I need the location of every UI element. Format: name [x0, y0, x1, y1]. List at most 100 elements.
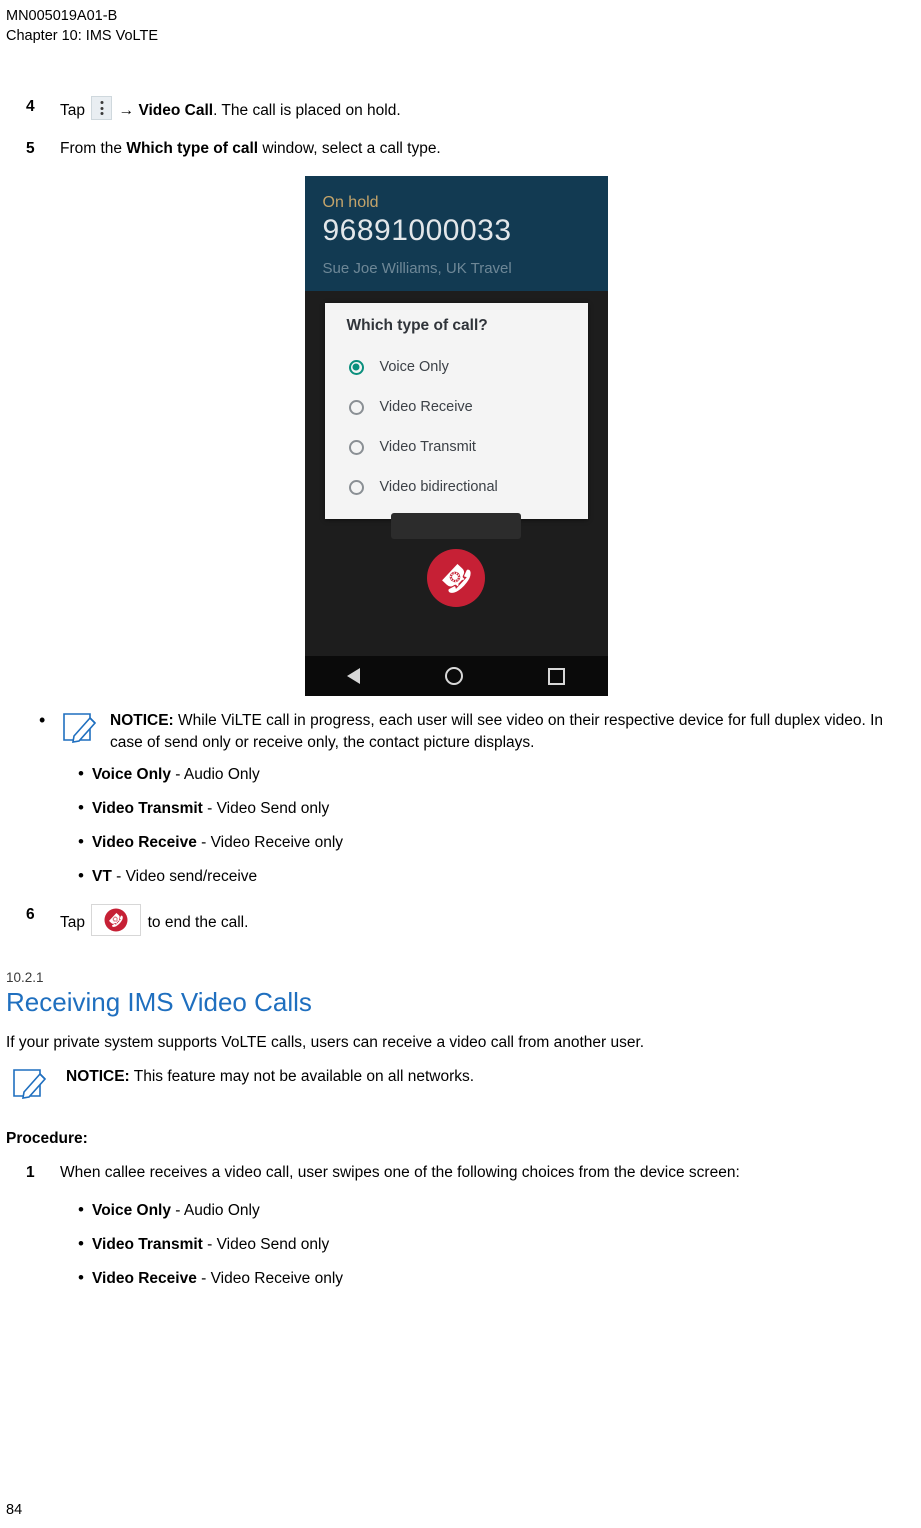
overflow-menu-icon	[91, 96, 113, 120]
call-type-3-bold: VT	[92, 868, 112, 885]
call-number: 96891000033	[322, 214, 512, 247]
call-header: On hold 96891000033 Sue Joe Williams, UK…	[304, 176, 608, 291]
step-5-post: window, select a call type.	[258, 140, 441, 157]
radio-video-transmit[interactable]	[348, 439, 364, 455]
procedure-label: Procedure:	[6, 1130, 88, 1147]
step-6-post: to end the call.	[143, 914, 249, 931]
notice-1-label: NOTICE:	[110, 712, 174, 729]
recents-icon[interactable]	[548, 667, 565, 685]
choice-0-rest: - Audio Only	[170, 1202, 260, 1219]
bullet: •	[78, 1234, 84, 1253]
list-item: • Video Transmit - Video Send only	[6, 1234, 906, 1256]
call-type-1-rest: - Video Send only	[202, 800, 330, 817]
step-4-arrow: →	[118, 102, 139, 119]
step-6-pre: Tap	[60, 914, 85, 931]
bullet: •	[78, 866, 84, 885]
phone-screenshot-figure: On hold 96891000033 Sue Joe Williams, UK…	[6, 176, 906, 696]
choice-2-bold: Video Receive	[92, 1270, 197, 1287]
bullet: •	[78, 1268, 84, 1287]
step-5-bold: Which type of call	[126, 140, 259, 157]
handset-icon: ☎	[433, 555, 479, 601]
call-type-2-rest: - Video Receive only	[196, 834, 344, 851]
procedure-step-1: 1 When callee receives a video call, use…	[6, 1162, 906, 1184]
notice-1-text: NOTICE: While ViLTE call in progress, ea…	[110, 710, 906, 754]
bullet: •	[78, 1200, 84, 1219]
android-navigation-bar	[304, 656, 608, 696]
notice-pencil-icon	[60, 710, 100, 744]
notice-1-body: While ViLTE call in progress, each user …	[110, 712, 884, 751]
notice-pencil-icon	[10, 1066, 50, 1100]
page-content: 4 Tap → Video Call. The call is placed o…	[6, 96, 906, 1302]
step-4-pre: Tap	[60, 102, 85, 119]
choice-0-bold: Voice Only	[92, 1202, 171, 1219]
list-item: • Voice Only - Audio Only	[6, 764, 906, 786]
home-icon[interactable]	[445, 667, 463, 685]
procedure-step-1-number: 1	[26, 1164, 35, 1181]
option-video-receive-label: Video Receive	[379, 399, 473, 415]
list-item: • Video Receive - Video Receive only	[6, 832, 906, 854]
option-video-receive[interactable]: Video Receive	[325, 387, 588, 427]
bullet: •	[78, 832, 84, 851]
end-call-icon: ☎	[91, 904, 142, 936]
page-number: 84	[6, 1502, 23, 1518]
step-5-pre: From the	[60, 140, 127, 157]
notice-2-label: NOTICE:	[66, 1068, 130, 1085]
step-4-bold: Video Call	[138, 102, 214, 119]
radio-video-bidirectional[interactable]	[348, 479, 364, 495]
option-video-transmit[interactable]: Video Transmit	[325, 427, 588, 467]
header-chapter: Chapter 10: IMS VoLTE	[6, 28, 159, 44]
bullet: •	[78, 798, 84, 817]
notice-block-2: NOTICE: This feature may not be availabl…	[6, 1066, 906, 1100]
step-5-number: 5	[26, 140, 35, 157]
step-6-text: Tap ☎ to end the call.	[60, 904, 906, 936]
step-4-text: Tap → Video Call. The call is placed on …	[60, 96, 906, 122]
call-status: On hold	[322, 194, 379, 211]
step-6: 6 Tap ☎ to end the call.	[6, 904, 906, 936]
option-video-transmit-label: Video Transmit	[379, 439, 476, 455]
procedure-step-1-text: When callee receives a video call, user …	[60, 1164, 740, 1181]
dialog-title: Which type of call?	[346, 317, 488, 334]
section-intro: If your private system supports VoLTE ca…	[6, 1034, 645, 1051]
option-voice-only-label: Voice Only	[379, 359, 449, 375]
back-icon[interactable]	[347, 668, 360, 684]
call-type-2-bold: Video Receive	[92, 834, 197, 851]
radio-video-receive[interactable]	[348, 399, 364, 415]
option-video-bidirectional-label: Video bidirectional	[379, 479, 498, 495]
step-6-number: 6	[26, 906, 35, 923]
call-type-1-bold: Video Transmit	[92, 800, 203, 817]
call-action-pill	[391, 513, 521, 539]
step-5-text: From the Which type of call window, sele…	[60, 138, 906, 160]
option-video-bidirectional[interactable]: Video bidirectional	[325, 467, 588, 507]
call-type-0-bold: Voice Only	[92, 766, 171, 783]
notice-bullet: •	[39, 710, 46, 730]
call-type-0-rest: - Audio Only	[170, 766, 260, 783]
call-body: Which type of call? Voice Only Video Rec…	[304, 291, 608, 656]
notice-block-1: • NOTICE: While ViLTE call in progress, …	[6, 710, 906, 754]
step-4-number: 4	[26, 98, 35, 115]
header-doc-id: MN005019A01-B	[6, 8, 118, 24]
phone-screen: On hold 96891000033 Sue Joe Williams, UK…	[304, 176, 608, 696]
end-call-button[interactable]: ☎	[427, 549, 485, 607]
step-4-post: . The call is placed on hold.	[213, 102, 401, 119]
notice-2-text: NOTICE: This feature may not be availabl…	[66, 1066, 906, 1088]
procedure-choice-list: • Voice Only - Audio Only • Video Transm…	[6, 1200, 906, 1290]
document-page: MN005019A01-B Chapter 10: IMS VoLTE 4 Ta…	[0, 0, 921, 1528]
bullet: •	[78, 764, 84, 783]
option-voice-only[interactable]: Voice Only	[325, 347, 588, 387]
list-item: • Video Transmit - Video Send only	[6, 798, 906, 820]
step-4: 4 Tap → Video Call. The call is placed o…	[6, 96, 906, 122]
page-header: MN005019A01-B Chapter 10: IMS VoLTE	[6, 6, 158, 46]
call-type-3-rest: - Video send/receive	[111, 868, 258, 885]
choice-1-bold: Video Transmit	[92, 1236, 203, 1253]
notice-2-body: This feature may not be available on all…	[129, 1068, 475, 1085]
list-item: • Voice Only - Audio Only	[6, 1200, 906, 1222]
choice-1-rest: - Video Send only	[202, 1236, 330, 1253]
call-subtext: Sue Joe Williams, UK Travel	[322, 260, 512, 277]
call-type-list: • Voice Only - Audio Only • Video Transm…	[6, 764, 906, 888]
section-number: 10.2.1	[6, 970, 44, 985]
list-item: • VT - Video send/receive	[6, 866, 906, 888]
section-title: Receiving IMS Video Calls	[6, 987, 312, 1017]
call-type-dialog: Which type of call? Voice Only Video Rec…	[324, 303, 588, 519]
radio-voice-only[interactable]	[348, 359, 364, 375]
choice-2-rest: - Video Receive only	[196, 1270, 344, 1287]
